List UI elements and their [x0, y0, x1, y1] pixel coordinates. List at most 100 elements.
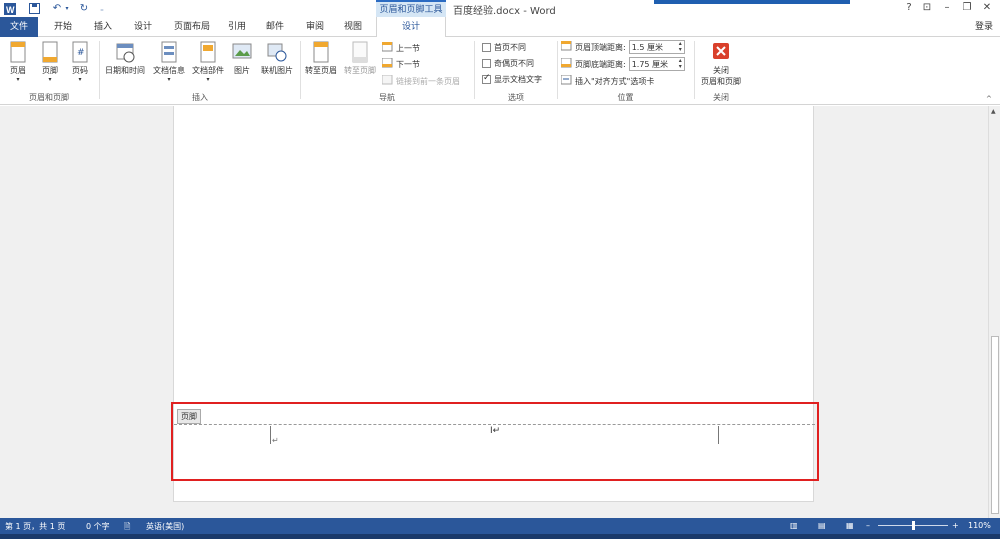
- svg-text:#: #: [77, 48, 85, 58]
- tab-mailings[interactable]: 邮件: [260, 17, 290, 37]
- alignment-tab-icon: [560, 74, 572, 87]
- vertical-scrollbar[interactable]: ▲: [988, 106, 1000, 518]
- group-separator: [474, 41, 475, 99]
- header-icon: [8, 41, 28, 63]
- insert-alignment-tab-button[interactable]: 插入"对齐方式"选项卡: [560, 74, 654, 87]
- context-group-title: 页眉和页脚工具: [376, 0, 446, 17]
- word-count-status[interactable]: 0 个字: [86, 521, 110, 532]
- read-mode-icon[interactable]: ▥: [790, 521, 798, 530]
- quick-parts-button[interactable]: 文档部件 ▾: [189, 41, 227, 83]
- header-position-icon: [560, 40, 572, 53]
- help-button[interactable]: ?: [900, 2, 918, 15]
- page-count-status[interactable]: 第 1 页，共 1 页: [5, 521, 65, 532]
- language-status[interactable]: 英语(美国): [146, 521, 184, 532]
- tab-design[interactable]: 设计: [126, 17, 160, 37]
- undo-dropdown-icon[interactable]: ▾: [64, 2, 70, 15]
- quick-parts-icon: [198, 41, 218, 63]
- restore-icon[interactable]: ❐: [958, 2, 976, 15]
- header-top-distance-input[interactable]: 1.5 厘米 ▴ ▾: [628, 40, 685, 54]
- page-number-icon: #: [70, 41, 90, 63]
- different-first-page-option[interactable]: 首页不同: [482, 42, 526, 53]
- tab-home[interactable]: 开始: [46, 17, 80, 37]
- scroll-up-icon[interactable]: ▲: [991, 108, 996, 115]
- online-picture-icon: [267, 41, 287, 63]
- ribbon-tab-row: 文件 开始 插入 设计 页面布局 引用 邮件 审阅 视图 设计 登录: [0, 17, 1000, 37]
- zoom-level[interactable]: 110%: [968, 521, 991, 530]
- zoom-slider-thumb[interactable]: [912, 521, 915, 530]
- undo-icon[interactable]: ↶: [50, 2, 64, 15]
- group-label-navigation: 导航: [379, 93, 395, 102]
- close-icon: [711, 41, 731, 63]
- picture-icon: [232, 41, 252, 63]
- page-number-button[interactable]: # 页码 ▾: [66, 41, 94, 83]
- link-icon: [381, 74, 393, 87]
- goto-header-icon: [311, 41, 331, 63]
- footer-position-icon: [560, 57, 572, 70]
- next-section-button[interactable]: 下一节: [381, 57, 420, 70]
- tab-references[interactable]: 引用: [222, 17, 252, 37]
- close-window-icon[interactable]: ✕: [978, 2, 996, 15]
- goto-header-button[interactable]: 转至页眉: [302, 41, 340, 76]
- link-to-previous-button[interactable]: 链接到前一条页眉: [381, 74, 460, 87]
- previous-section-button[interactable]: 上一节: [381, 41, 420, 54]
- previous-section-icon: [381, 41, 393, 54]
- spinner-arrows-icon[interactable]: ▴ ▾: [679, 58, 682, 70]
- goto-footer-icon: [350, 41, 370, 63]
- document-info-button[interactable]: 文档信息 ▾: [150, 41, 188, 83]
- online-picture-button[interactable]: 联机图片: [257, 41, 297, 76]
- footer-highlight-box: [171, 402, 819, 481]
- footer-bottom-distance-input[interactable]: 1.75 厘米 ▴ ▾: [628, 57, 685, 71]
- group-separator: [557, 41, 558, 99]
- zoom-in-icon[interactable]: +: [952, 521, 959, 530]
- different-odd-even-checkbox[interactable]: [482, 59, 491, 68]
- tab-file[interactable]: 文件: [0, 17, 38, 37]
- collapse-ribbon-icon[interactable]: ^: [986, 95, 992, 103]
- goto-footer-button[interactable]: 转至页脚: [341, 41, 379, 76]
- header-button[interactable]: 页眉 ▾: [4, 41, 32, 83]
- tab-header-footer-design[interactable]: 设计: [376, 17, 446, 37]
- redo-icon[interactable]: ↻: [78, 2, 90, 15]
- date-time-button[interactable]: 日期和时间: [102, 41, 148, 76]
- footer-bottom-distance-row: 页脚底端距离: 1.75 厘米 ▴ ▾: [560, 57, 685, 71]
- document-title: 百度经验.docx - Word: [453, 6, 556, 17]
- document-area[interactable]: 页脚 ↵ Ⅰ↵: [0, 106, 988, 518]
- footer-icon: [40, 41, 60, 63]
- svg-text:W: W: [6, 5, 15, 15]
- word-app-icon: W: [4, 2, 16, 15]
- tab-review[interactable]: 审阅: [298, 17, 332, 37]
- close-header-footer-button[interactable]: 关闭 页眉和页脚: [697, 41, 745, 87]
- minimize-icon[interactable]: –: [938, 2, 956, 15]
- print-layout-icon[interactable]: ▤: [818, 521, 826, 530]
- tab-insert[interactable]: 插入: [86, 17, 120, 37]
- ribbon: 页眉 ▾ 页脚 ▾ # 页码 ▾ 页眉和页脚 日期和时间 文档信息 ▾ 文档部件 ▾ 图片…: [0, 37, 1000, 105]
- group-separator: [99, 41, 100, 99]
- show-document-text-checkbox[interactable]: [482, 73, 491, 84]
- zoom-out-icon[interactable]: –: [866, 521, 870, 530]
- show-document-text-option[interactable]: 显示文档文字: [482, 73, 542, 85]
- tab-view[interactable]: 视图: [336, 17, 370, 37]
- scrollbar-thumb[interactable]: [991, 336, 999, 514]
- different-odd-even-option[interactable]: 奇偶页不同: [482, 58, 534, 69]
- web-layout-icon[interactable]: ▦: [846, 521, 854, 530]
- title-accent-bar: [654, 0, 850, 4]
- different-first-page-checkbox[interactable]: [482, 43, 491, 52]
- next-section-icon: [381, 57, 393, 70]
- title-bar: W ↶ ▾ ↻ ₌ 页眉和页脚工具 百度经验.docx - Word ? ⊡ –…: [0, 0, 1000, 17]
- group-label-close: 关闭: [713, 93, 729, 102]
- taskbar-strip: [0, 534, 1000, 539]
- picture-button[interactable]: 图片: [229, 41, 255, 76]
- footer-button[interactable]: 页脚 ▾: [36, 41, 64, 83]
- group-separator: [694, 41, 695, 99]
- proofing-icon[interactable]: 🗎: [124, 521, 130, 535]
- customize-toolbar-icon[interactable]: ₌: [98, 2, 106, 15]
- save-icon[interactable]: [28, 2, 40, 15]
- status-bar: 第 1 页，共 1 页 0 个字 🗎 英语(美国) ▥ ▤ ▦ – + 110%: [0, 518, 1000, 534]
- spinner-arrows-icon[interactable]: ▴ ▾: [679, 41, 682, 53]
- calendar-icon: [115, 41, 135, 63]
- sign-in-link[interactable]: 登录: [970, 17, 998, 37]
- group-label-header-footer: 页眉和页脚: [29, 93, 69, 102]
- group-label-options: 选项: [508, 93, 524, 102]
- ribbon-display-options-icon[interactable]: ⊡: [918, 2, 936, 15]
- tab-page-layout[interactable]: 页面布局: [166, 17, 218, 37]
- group-label-insert: 插入: [192, 93, 208, 102]
